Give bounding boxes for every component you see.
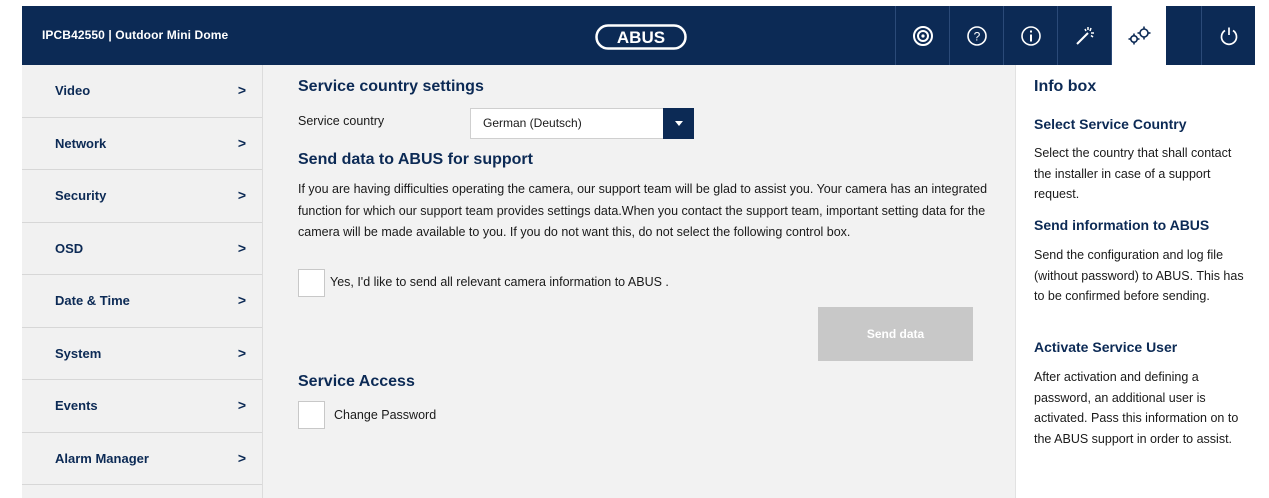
sidebar-item-label: Date & Time [55,293,130,308]
sidebar-nav: Video > Network > Security > OSD > Date … [22,65,263,498]
svg-text:?: ? [974,29,981,43]
change-password-label: Change Password [334,408,437,422]
info-heading-send-info: Send information to ABUS [1034,217,1210,233]
service-country-select[interactable]: German (Deutsch) [470,108,694,139]
service-country-value: German (Deutsch) [483,116,582,130]
help-button[interactable]: ? [949,6,1004,65]
sidebar-item-label: Alarm Manager [55,450,149,466]
sidebar-item-label: Video [55,83,91,98]
chevron-right-icon: > [237,292,246,308]
sidebar-item-osd[interactable]: OSD > [22,223,262,275]
settings-icon [1128,26,1151,44]
power-icon [1220,27,1238,45]
main-content: Service country settings Service country… [263,65,1015,498]
abus-logo: ABUS [595,24,687,50]
sidebar-item-network[interactable]: Network > [22,118,262,170]
send-info-checkbox-label: Yes, I'd like to send all relevant camer… [330,275,669,289]
chevron-right-icon: > [237,134,246,151]
change-password-checkbox[interactable] [298,401,325,429]
sidebar-item-alarm-manager[interactable]: Alarm Manager > [22,433,262,485]
device-title: IPCB42550 | Outdoor Mini Dome [42,28,229,42]
sidebar-item-security[interactable]: Security > [22,170,262,223]
chevron-right-icon: > [237,239,246,256]
sidebar-item-label: Security [55,188,107,203]
sidebar-item-label: Network [55,135,107,151]
wizard-icon [1076,26,1094,45]
send-data-heading: Send data to ABUS for support [298,151,533,168]
live-view-icon [913,25,933,46]
wizard-button[interactable] [1057,6,1112,65]
send-data-description: If you are having difficulties operating… [298,182,988,239]
sidebar-item-date-time[interactable]: Date & Time > [22,275,262,328]
info-heading-select-country: Select Service Country [1034,116,1187,132]
service-country-heading: Service country settings [298,78,484,95]
info-heading-service-user: Activate Service User [1034,339,1178,355]
service-access-heading: Service Access [298,373,415,390]
info-text-send-info: Send the configuration and log file (wit… [1034,248,1244,303]
info-text-service-user: After activation and defining a password… [1034,370,1239,446]
send-info-checkbox[interactable] [298,269,325,297]
dropdown-toggle[interactable] [663,108,694,139]
logo-text: ABUS [617,28,665,47]
chevron-right-icon: > [237,82,246,98]
info-button[interactable] [1003,6,1058,65]
info-text-select-country: Select the country that shall contact th… [1034,146,1232,201]
help-icon: ? [967,25,987,46]
sidebar-item-video[interactable]: Video > [22,65,262,118]
sidebar-item-label: OSD [55,240,84,256]
settings-button[interactable] [1111,6,1166,65]
chevron-right-icon: > [237,187,246,203]
chevron-right-icon: > [237,344,246,361]
app-frame: IPCB42550 | Outdoor Mini Dome ABUS ? Vid… [22,6,1256,498]
send-data-button[interactable]: Send data [818,307,973,361]
top-bar: IPCB42550 | Outdoor Mini Dome ABUS ? [22,6,1255,65]
info-icon [1021,25,1041,46]
info-box-title: Info box [1034,78,1097,95]
info-box: Info box Select Service Country Select t… [1015,65,1256,498]
chevron-down-icon [675,121,683,126]
sidebar-item-label: System [55,345,102,361]
power-button[interactable] [1201,6,1256,65]
sidebar-item-events[interactable]: Events > [22,380,262,433]
service-country-label: Service country [298,114,385,128]
live-view-button[interactable] [895,6,950,65]
chevron-right-icon: > [237,397,246,413]
sidebar-item-label: Events [55,398,98,413]
sidebar-item-system[interactable]: System > [22,328,262,380]
chevron-right-icon: > [237,449,246,466]
